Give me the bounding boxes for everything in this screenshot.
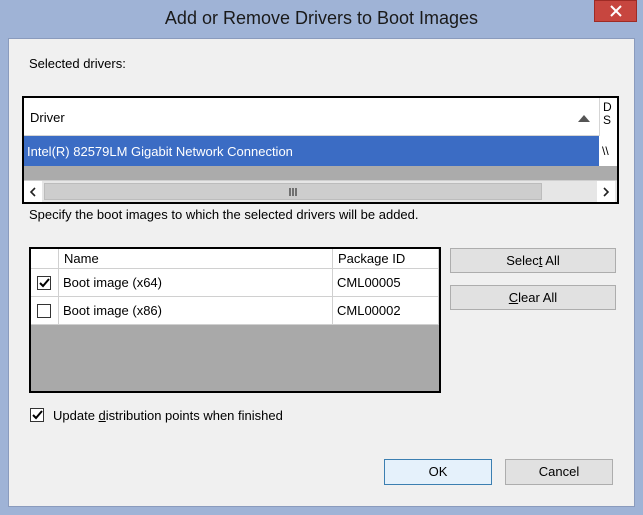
table-row-checkbox-cell[interactable]	[31, 269, 59, 297]
ok-button[interactable]: OK	[384, 459, 492, 485]
checkmark-icon	[32, 410, 43, 420]
driver-source-cell: \\	[599, 136, 617, 166]
boot-image-x86-checkbox[interactable]	[37, 304, 51, 318]
clear-all-accel: C	[508, 290, 519, 305]
boot-images-label: Specify the boot images to which the sel…	[29, 207, 419, 222]
window-title: Add or Remove Drivers to Boot Images	[164, 8, 479, 28]
driver-column-label: Driver	[30, 110, 65, 125]
clear-all-button[interactable]: Clear All	[450, 285, 616, 310]
driver-column-header[interactable]: Driver	[24, 98, 599, 136]
select-all-label-pre: Selec	[506, 253, 539, 268]
checkbox-column-header	[31, 249, 59, 269]
cancel-button[interactable]: Cancel	[505, 459, 613, 485]
grip-icon	[289, 187, 297, 196]
table-row-checkbox-cell[interactable]	[31, 297, 59, 325]
close-button[interactable]	[594, 0, 637, 22]
name-column-header[interactable]: Name	[59, 249, 333, 269]
sort-ascending-icon	[578, 115, 590, 122]
update-dp-accel: d	[98, 408, 106, 423]
update-dp-label[interactable]: Update distribution points when finished	[53, 408, 283, 423]
close-icon	[609, 5, 622, 17]
boot-images-grid[interactable]: Name Package ID Boot image (x64) CML0000…	[29, 247, 441, 393]
package-id-column-header[interactable]: Package ID	[333, 249, 439, 269]
clear-all-label-post: lear All	[518, 290, 558, 305]
update-dp-pre: Update	[53, 408, 99, 423]
boot-image-name-cell[interactable]: Boot image (x64)	[59, 269, 333, 297]
boot-image-x64-checkbox[interactable]	[37, 276, 51, 290]
select-all-button[interactable]: Select All	[450, 248, 616, 273]
boot-image-name-cell[interactable]: Boot image (x86)	[59, 297, 333, 325]
select-all-label-post: All	[542, 253, 560, 268]
driver-name: Intel(R) 82579LM Gigabit Network Connect…	[27, 144, 293, 159]
drivers-list[interactable]: Driver D S Intel(R) 82579LM Gigabit Netw…	[22, 96, 619, 204]
driver-row-selected[interactable]: Intel(R) 82579LM Gigabit Network Connect…	[24, 136, 599, 166]
title-bar[interactable]: Add or Remove Drivers to Boot Images	[0, 0, 643, 38]
selected-drivers-label: Selected drivers:	[29, 56, 126, 71]
checkmark-icon	[39, 278, 50, 288]
drivers-horizontal-scrollbar[interactable]	[24, 180, 617, 202]
scroll-right-button[interactable]	[597, 181, 615, 202]
update-dp-post: istribution points when finished	[105, 408, 283, 423]
scroll-left-button[interactable]	[24, 181, 42, 202]
chevron-left-icon	[29, 186, 36, 197]
scrollbar-thumb[interactable]	[44, 183, 542, 200]
update-dp-checkbox[interactable]	[30, 408, 44, 422]
chevron-right-icon	[603, 186, 610, 197]
second-column-header[interactable]: D S	[599, 98, 617, 136]
boot-image-package-cell[interactable]: CML00002	[333, 297, 439, 325]
dialog-window: Add or Remove Drivers to Boot Images Sel…	[0, 0, 643, 515]
boot-image-package-cell[interactable]: CML00005	[333, 269, 439, 297]
